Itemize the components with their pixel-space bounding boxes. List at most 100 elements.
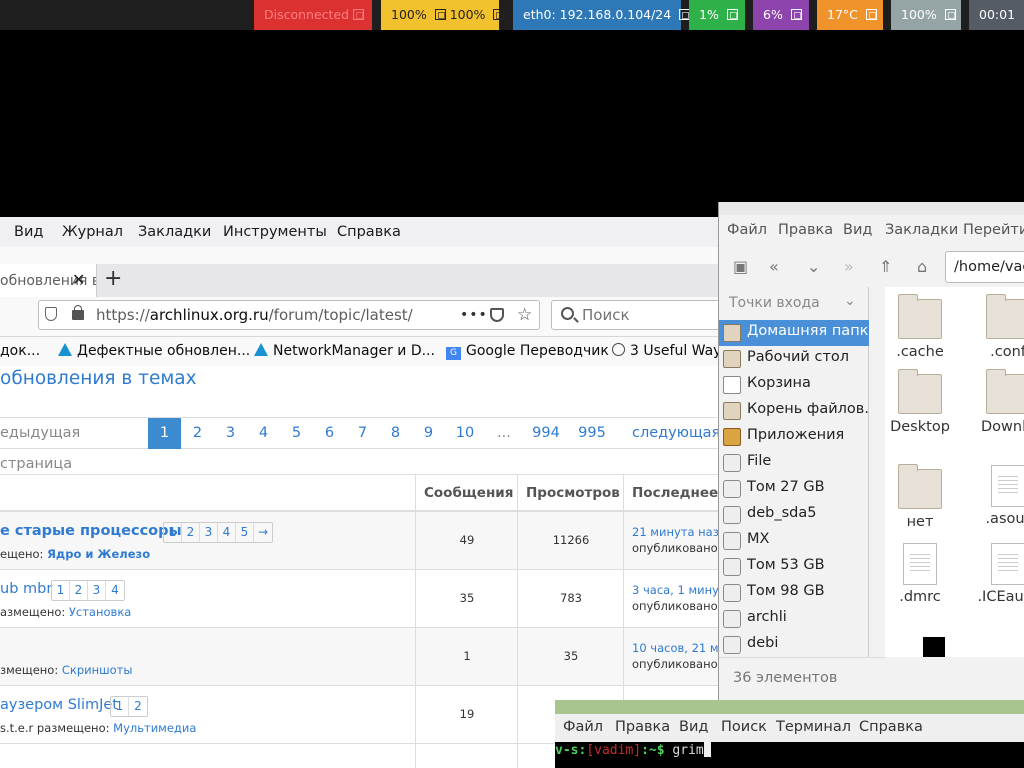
topic-link[interactable]: е старые процессоры: [0, 523, 182, 539]
file-item[interactable]: Desktop: [885, 369, 955, 435]
page-link[interactable]: 9: [412, 418, 445, 449]
last-post-link[interactable]: 3 часа, 1 минута: [632, 583, 725, 597]
side-item-mx[interactable]: MX: [719, 528, 869, 554]
new-folder-icon[interactable]: ▣: [733, 257, 748, 276]
term-menu-terminal[interactable]: Терминал: [776, 719, 851, 735]
file-item[interactable]: .ICEauth: [973, 543, 1024, 605]
fm-menu-file[interactable]: Файл: [727, 222, 767, 238]
term-menu-view[interactable]: Вид: [679, 719, 708, 735]
history-dropdown-icon[interactable]: ⌄: [807, 257, 820, 276]
menu-tools[interactable]: Инструменты: [223, 224, 327, 240]
up-icon[interactable]: ⇑: [879, 257, 892, 276]
side-item-archli[interactable]: archli: [719, 606, 869, 632]
chevron-down-icon[interactable]: ⌄: [844, 293, 856, 309]
term-menu-file[interactable]: Файл: [563, 719, 603, 735]
file-item[interactable]: .conf: [973, 294, 1024, 360]
side-item-debi[interactable]: debi: [719, 632, 869, 658]
tab-active[interactable]: обновления в ✕: [0, 264, 97, 297]
page-link[interactable]: 8: [379, 418, 412, 449]
category-link[interactable]: Мультимедиа: [113, 721, 196, 735]
topic-page-link[interactable]: 3: [200, 523, 218, 542]
page-link[interactable]: 1: [148, 418, 181, 449]
term-menu-edit[interactable]: Правка: [615, 719, 670, 735]
page-link[interactable]: 5: [280, 418, 313, 449]
topic-page-link[interactable]: 2: [129, 697, 147, 716]
home-icon[interactable]: ⌂: [917, 257, 927, 276]
term-menu-help[interactable]: Справка: [859, 719, 923, 735]
category-link[interactable]: Скриншоты: [62, 663, 133, 677]
page-link[interactable]: 995: [569, 418, 615, 449]
pocket-icon[interactable]: [490, 308, 504, 322]
bookmark-item[interactable]: док...: [0, 343, 40, 359]
file-item[interactable]: .dmrc: [885, 543, 955, 605]
topic-page-link[interactable]: 5: [236, 523, 254, 542]
page-actions-icon[interactable]: •••: [460, 301, 488, 329]
new-tab-button[interactable]: +: [104, 266, 122, 292]
fm-menu-view[interactable]: Вид: [843, 222, 872, 238]
topic-page-link[interactable]: 1: [52, 581, 70, 600]
page-link[interactable]: 3: [214, 418, 247, 449]
image-thumbnail[interactable]: [897, 637, 945, 657]
category-link[interactable]: Установка: [69, 605, 131, 619]
menu-bookmarks[interactable]: Закладки: [138, 224, 211, 240]
topic-page-link[interactable]: 2: [70, 581, 88, 600]
page-link[interactable]: 10: [445, 418, 485, 449]
topic-page-link[interactable]: 4: [106, 581, 124, 600]
side-item-root[interactable]: Корень файлов...: [719, 398, 869, 424]
topic-page-link[interactable]: →: [254, 523, 272, 542]
fm-menu-go[interactable]: Перейти: [963, 222, 1024, 238]
side-item-vol98[interactable]: Том 98 GB: [719, 580, 869, 606]
fm-menu-bookmarks[interactable]: Закладки: [885, 222, 958, 238]
topic-page-link[interactable]: 3: [88, 581, 106, 600]
tracking-shield-icon[interactable]: [45, 307, 57, 321]
topic-page-link[interactable]: 4: [218, 523, 236, 542]
topic-link[interactable]: ub mbr: [0, 581, 52, 597]
location-bar[interactable]: /home/vad: [945, 251, 1024, 283]
menu-history[interactable]: Журнал: [62, 224, 123, 240]
page-link[interactable]: 7: [346, 418, 379, 449]
menu-view[interactable]: Вид: [14, 224, 43, 240]
bookmark-item[interactable]: 3 Useful Way: [612, 343, 721, 359]
topic-page-link[interactable]: 1: [111, 697, 129, 716]
side-item-file[interactable]: File: [719, 450, 869, 476]
back-icon[interactable]: «: [769, 257, 779, 276]
url-text[interactable]: https://archlinux.org.ru/forum/topic/lat…: [96, 301, 413, 329]
forward-icon[interactable]: »: [844, 257, 854, 276]
fm-menu-edit[interactable]: Правка: [778, 222, 833, 238]
prev-page-link[interactable]: едыдущая страница: [0, 418, 148, 472]
category-link[interactable]: Ядро и Железо: [47, 547, 150, 561]
last-post-link[interactable]: 10 часов, 21 ми: [632, 641, 725, 655]
page-link[interactable]: 6: [313, 418, 346, 449]
side-item-deb-sda5[interactable]: deb_sda5: [719, 502, 869, 528]
file-item[interactable]: .cache: [885, 294, 955, 360]
url-bar[interactable]: https://archlinux.org.ru/forum/topic/lat…: [38, 300, 540, 330]
lock-icon[interactable]: [72, 305, 84, 320]
topic-link[interactable]: аузером SlimJet: [0, 697, 118, 713]
last-post-link[interactable]: 21 минута наза: [632, 525, 725, 539]
next-page-link[interactable]: следующая с: [623, 418, 725, 449]
bookmark-item[interactable]: NetworkManager и D...: [254, 343, 435, 359]
bookmark-item[interactable]: G Google Переводчик: [446, 343, 609, 360]
side-item-trash[interactable]: Корзина: [719, 372, 869, 398]
terminal-titlebar[interactable]: [555, 700, 1024, 714]
close-tab-icon[interactable]: ✕: [72, 265, 85, 295]
topic-page-link[interactable]: 1: [164, 523, 182, 542]
terminal-prompt-line[interactable]: v-s:[vadim]:~$ grim: [555, 742, 1024, 760]
side-item-apps[interactable]: Приложения: [719, 424, 869, 450]
bookmark-star-icon[interactable]: ☆: [517, 301, 532, 329]
bookmark-item[interactable]: Дефектные обновлен...: [58, 343, 250, 359]
file-item[interactable]: .asour: [973, 465, 1024, 527]
menu-help[interactable]: Справка: [337, 224, 401, 240]
term-menu-search[interactable]: Поиск: [721, 719, 767, 735]
side-item-home[interactable]: Домашняя папка: [719, 320, 869, 346]
page-link[interactable]: 994: [523, 418, 569, 449]
file-manager-titlebar[interactable]: [719, 202, 1024, 215]
page-link[interactable]: 4: [247, 418, 280, 449]
file-item[interactable]: Downlo: [973, 369, 1024, 435]
file-item[interactable]: нет: [885, 464, 955, 530]
side-item-vol27[interactable]: Том 27 GB: [719, 476, 869, 502]
topic-page-link[interactable]: 2: [182, 523, 200, 542]
side-item-vol53[interactable]: Том 53 GB: [719, 554, 869, 580]
search-input[interactable]: Поиск: [551, 300, 725, 330]
page-link[interactable]: 2: [181, 418, 214, 449]
